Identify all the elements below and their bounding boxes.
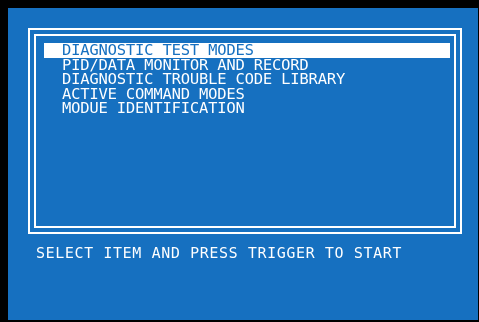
menu-frame-inner: DIAGNOSTIC TEST MODES PID/DATA MONITOR A… — [34, 34, 456, 228]
menu-frame: DIAGNOSTIC TEST MODES PID/DATA MONITOR A… — [28, 28, 462, 234]
menu-item-module-identification[interactable]: MODUE IDENTIFICATION — [44, 101, 450, 116]
diagnostic-screen: DIAGNOSTIC TEST MODES PID/DATA MONITOR A… — [8, 8, 478, 320]
main-menu: DIAGNOSTIC TEST MODES PID/DATA MONITOR A… — [44, 43, 450, 116]
instruction-prompt: SELECT ITEM AND PRESS TRIGGER TO START — [36, 244, 402, 262]
